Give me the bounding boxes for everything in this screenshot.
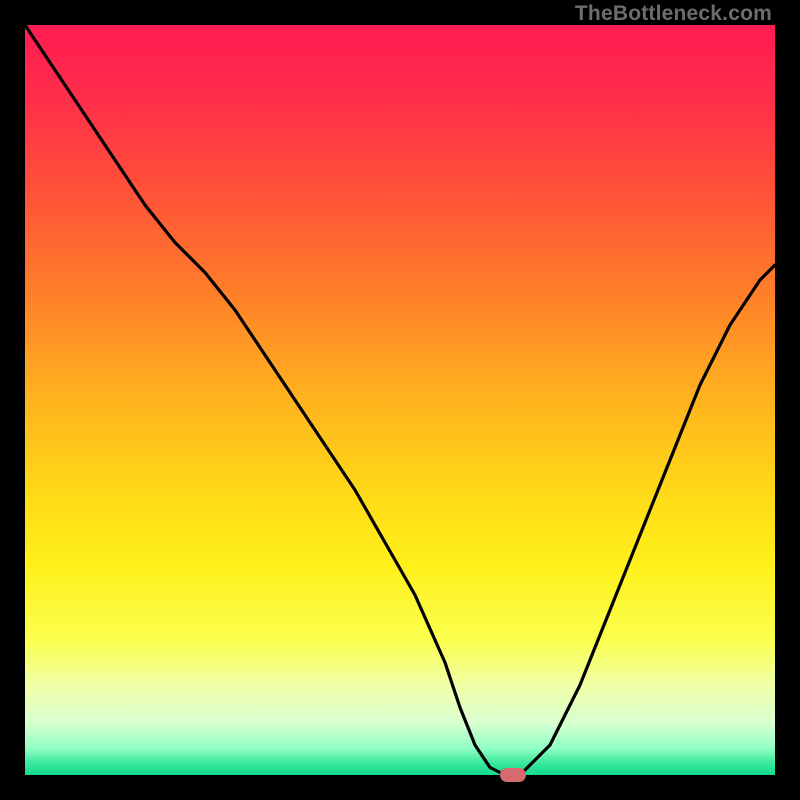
optimal-marker (500, 768, 526, 782)
plot-svg (25, 25, 775, 775)
gradient-background (25, 25, 775, 775)
watermark-text: TheBottleneck.com (575, 2, 772, 26)
plot-area (25, 25, 775, 775)
chart-frame: TheBottleneck.com (0, 0, 800, 800)
